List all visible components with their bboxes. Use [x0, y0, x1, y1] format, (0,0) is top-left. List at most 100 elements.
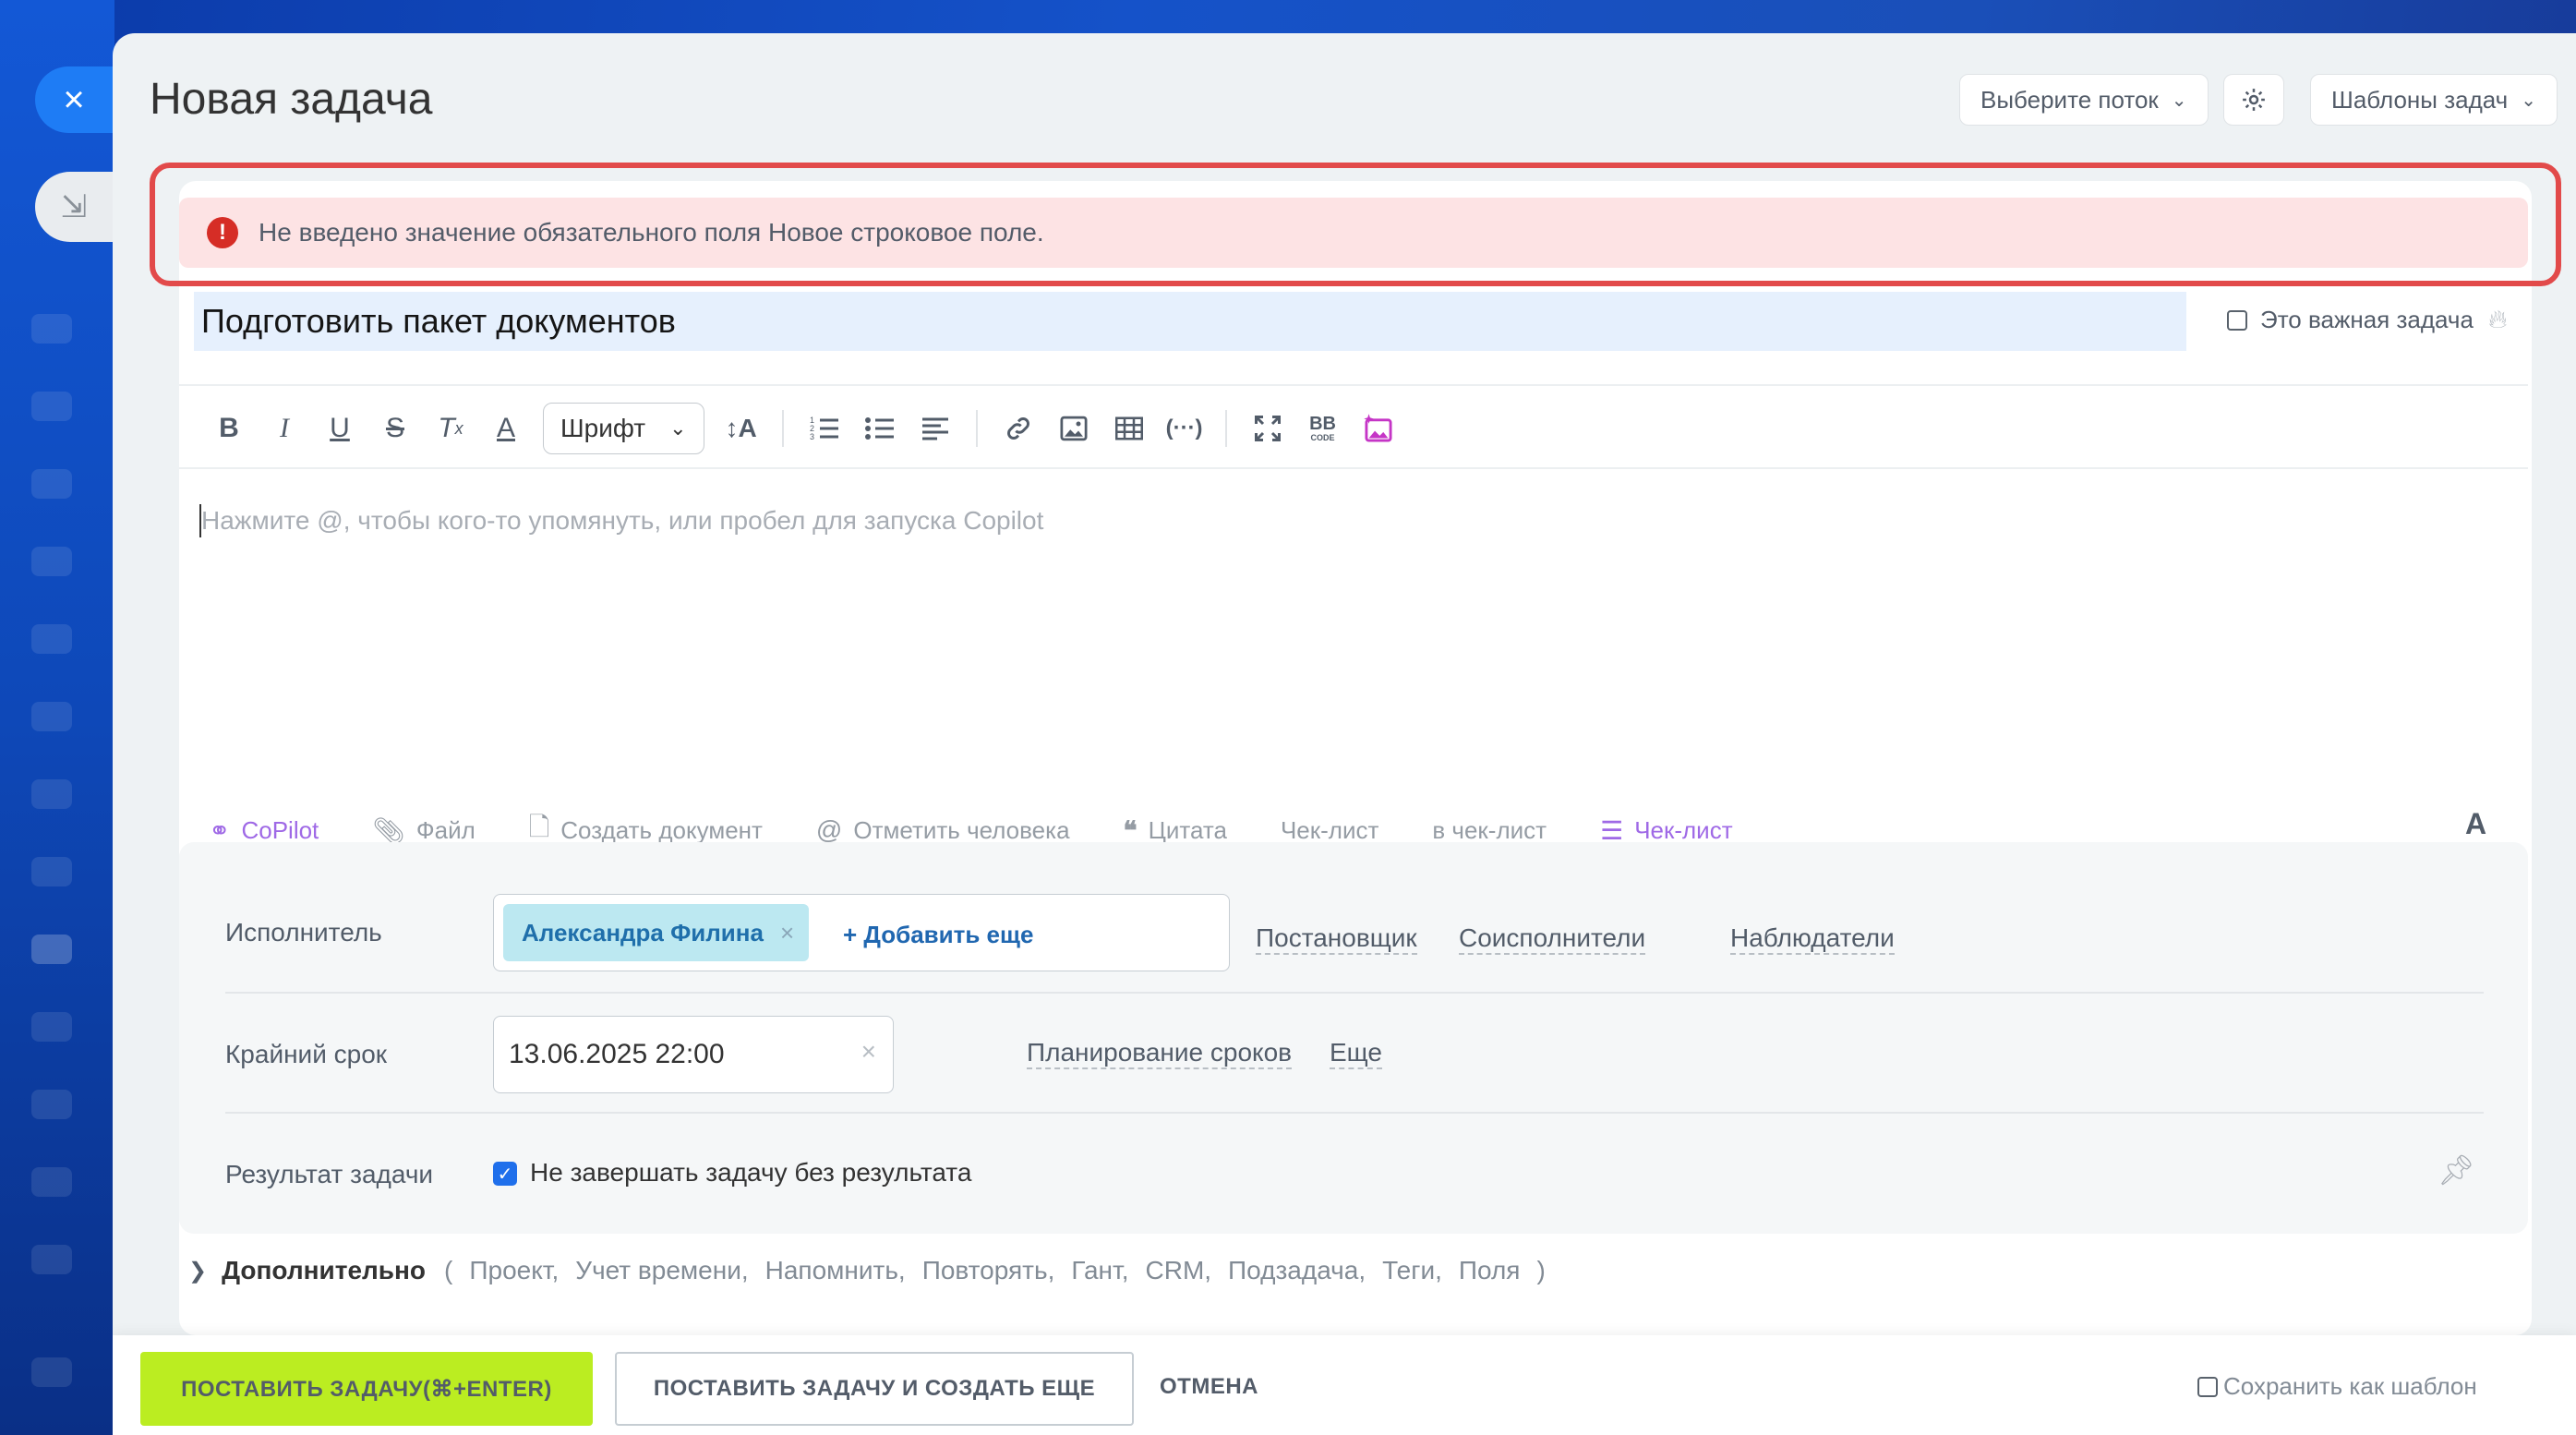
flame-icon: 🔥︎ [2487, 305, 2508, 333]
to-checklist-button[interactable]: в чек-лист [1432, 816, 1547, 845]
attach-file-label: Файл [415, 815, 475, 844]
to-checklist-label: в чек-лист [1432, 815, 1547, 844]
editor-toolbar: B I U S Tx A Шрифт ⌄ ↕A 123 (···) BB COD… [201, 395, 1406, 462]
quote-label: Цитата [1148, 815, 1227, 844]
sidebar-item[interactable] [31, 857, 72, 886]
extra-item-gantt[interactable]: Гант, [1071, 1256, 1128, 1285]
ai-image-icon[interactable] [1351, 401, 1406, 456]
extra-item-crm[interactable]: CRM, [1146, 1256, 1212, 1285]
sidebar-item[interactable] [31, 1245, 72, 1274]
task-fields: Исполнитель Александра Филина × + Добави… [179, 842, 2528, 1234]
bullet-list-icon[interactable] [852, 401, 908, 456]
chevron-down-icon: ⌄ [669, 416, 687, 440]
underline-icon[interactable]: U [312, 401, 367, 456]
align-icon[interactable] [908, 401, 963, 456]
submit-and-new-button[interactable]: ПОСТАВИТЬ ЗАДАЧУ И СОЗДАТЬ ЕЩЕ [615, 1352, 1134, 1426]
close-icon: × [63, 78, 85, 120]
bold-icon[interactable]: B [201, 401, 257, 456]
pin-icon[interactable]: 📌︎ [2438, 1152, 2475, 1188]
extra-item-tags[interactable]: Теги, [1382, 1256, 1442, 1285]
sidebar-item[interactable] [31, 469, 72, 499]
task-title-input[interactable]: Подготовить пакет документов [194, 292, 2186, 351]
link-icon[interactable] [991, 401, 1046, 456]
bbcode-icon[interactable]: BB CODE [1295, 401, 1351, 456]
extra-item-project[interactable]: Проект, [469, 1256, 559, 1285]
image-icon[interactable] [1046, 401, 1101, 456]
extra-item-repeat[interactable]: Повторять, [922, 1256, 1055, 1285]
sidebar-item[interactable] [31, 1357, 72, 1387]
planning-link[interactable]: Планирование сроков [1027, 1038, 1293, 1069]
bbcode-label: BB [1309, 414, 1336, 434]
creator-link[interactable]: Постановщик [1256, 923, 1417, 955]
copilot-button[interactable]: ⚭ CoPilot [209, 815, 319, 846]
remove-icon[interactable]: × [780, 919, 794, 947]
add-assignee-link[interactable]: + Добавить еще [843, 921, 1033, 949]
add-checklist-button[interactable]: ☰ Чек-лист [1600, 815, 1733, 846]
sidebar-item[interactable] [31, 392, 72, 421]
extra-item-subtask[interactable]: Подзадача, [1228, 1256, 1366, 1285]
sidebar-item[interactable] [31, 1090, 72, 1119]
font-size-icon[interactable]: ↕A [714, 401, 769, 456]
sidebar-item[interactable] [31, 624, 72, 654]
save-template-label: Сохранить как шаблон [2223, 1372, 2477, 1400]
attach-file-button[interactable]: 📎︎ Файл [372, 815, 475, 846]
sidebar-item[interactable] [31, 1167, 72, 1197]
important-checkbox[interactable] [2227, 309, 2247, 331]
additional-section[interactable]: ❯ Дополнительно ( Проект, Учет времени, … [188, 1256, 1562, 1285]
sidebar-item[interactable] [31, 314, 72, 344]
close-button[interactable]: × [35, 66, 113, 133]
strikethrough-icon[interactable]: S [367, 401, 423, 456]
divider [179, 467, 2528, 469]
settings-button[interactable] [2223, 74, 2284, 126]
mention-label: Отметить человека [853, 815, 1070, 844]
flow-select[interactable]: Выберите поток ⌄ [1959, 74, 2209, 126]
submit-button[interactable]: ПОСТАВИТЬ ЗАДАЧУ(⌘+ENTER) [140, 1352, 593, 1426]
templates-button[interactable]: Шаблоны задач ⌄ [2310, 74, 2558, 126]
deadline-input[interactable]: 13.06.2025 22:00 × [493, 1016, 894, 1093]
extra-item-fields[interactable]: Поля [1459, 1256, 1521, 1285]
quote-button[interactable]: ❝ Цитата [1124, 815, 1227, 846]
paperclip-icon: 📎︎ [372, 815, 405, 845]
coassignees-link[interactable]: Соисполнители [1459, 923, 1646, 955]
checklist-button[interactable]: Чек-лист [1281, 816, 1378, 845]
save-template-toggle[interactable]: Сохранить как шаблон [2197, 1372, 2477, 1401]
assignee-field[interactable]: Александра Филина × + Добавить еще [493, 894, 1230, 971]
checklist-label: Чек-лист [1280, 815, 1379, 844]
cancel-button[interactable]: ОТМЕНА [1160, 1374, 1258, 1400]
fullscreen-icon[interactable] [1240, 401, 1295, 456]
divider [179, 384, 2528, 386]
editor-body[interactable]: Нажмите @, чтобы кого-то упомянуть, или … [199, 504, 1043, 537]
result-checkbox-label: Не завершать задачу без результата [530, 1158, 972, 1187]
sidebar-item-active[interactable] [31, 935, 72, 964]
toolbar-separator [781, 410, 784, 447]
font-select[interactable]: Шрифт ⌄ [543, 403, 704, 454]
clear-icon[interactable]: × [861, 1037, 876, 1067]
checklist-add-icon: ☰ [1600, 815, 1624, 845]
numbered-list-icon[interactable]: 123 [797, 401, 852, 456]
sidebar-item[interactable] [31, 779, 72, 809]
chevron-down-icon: ❯ [188, 1258, 208, 1284]
italic-icon[interactable]: I [257, 401, 312, 456]
page-title: Новая задача [150, 75, 433, 124]
collapse-button[interactable]: ⇲ [35, 172, 113, 242]
mention-button[interactable]: @ Отметить человека [816, 815, 1070, 845]
sidebar-item[interactable] [31, 547, 72, 576]
create-document-label: Создать документ [560, 815, 763, 844]
text-color-icon[interactable]: A [478, 401, 534, 456]
observers-link[interactable]: Наблюдатели [1730, 923, 1895, 955]
task-form-panel: Новая задача Выберите поток ⌄ Шаблоны за… [113, 33, 2576, 1435]
editor-placeholder: Нажмите @, чтобы кого-то упомянуть, или … [201, 506, 1044, 535]
sidebar-item[interactable] [31, 702, 72, 731]
sidebar-item[interactable] [31, 1012, 72, 1042]
extra-item-time[interactable]: Учет времени, [575, 1256, 748, 1285]
save-template-checkbox[interactable] [2197, 1376, 2218, 1397]
extra-item-remind[interactable]: Напомнить, [765, 1256, 906, 1285]
important-toggle[interactable]: Это важная задача 🔥︎ [2227, 305, 2508, 335]
text-format-toggle[interactable]: A [2465, 807, 2486, 841]
assignee-chip[interactable]: Александра Филина × [503, 904, 810, 961]
result-checkbox[interactable]: ✓ [493, 1162, 517, 1186]
table-icon[interactable] [1101, 401, 1157, 456]
more-link[interactable]: Еще [1330, 1038, 1382, 1069]
clear-format-icon[interactable]: Tx [423, 401, 478, 456]
code-icon[interactable]: (···) [1157, 401, 1212, 456]
